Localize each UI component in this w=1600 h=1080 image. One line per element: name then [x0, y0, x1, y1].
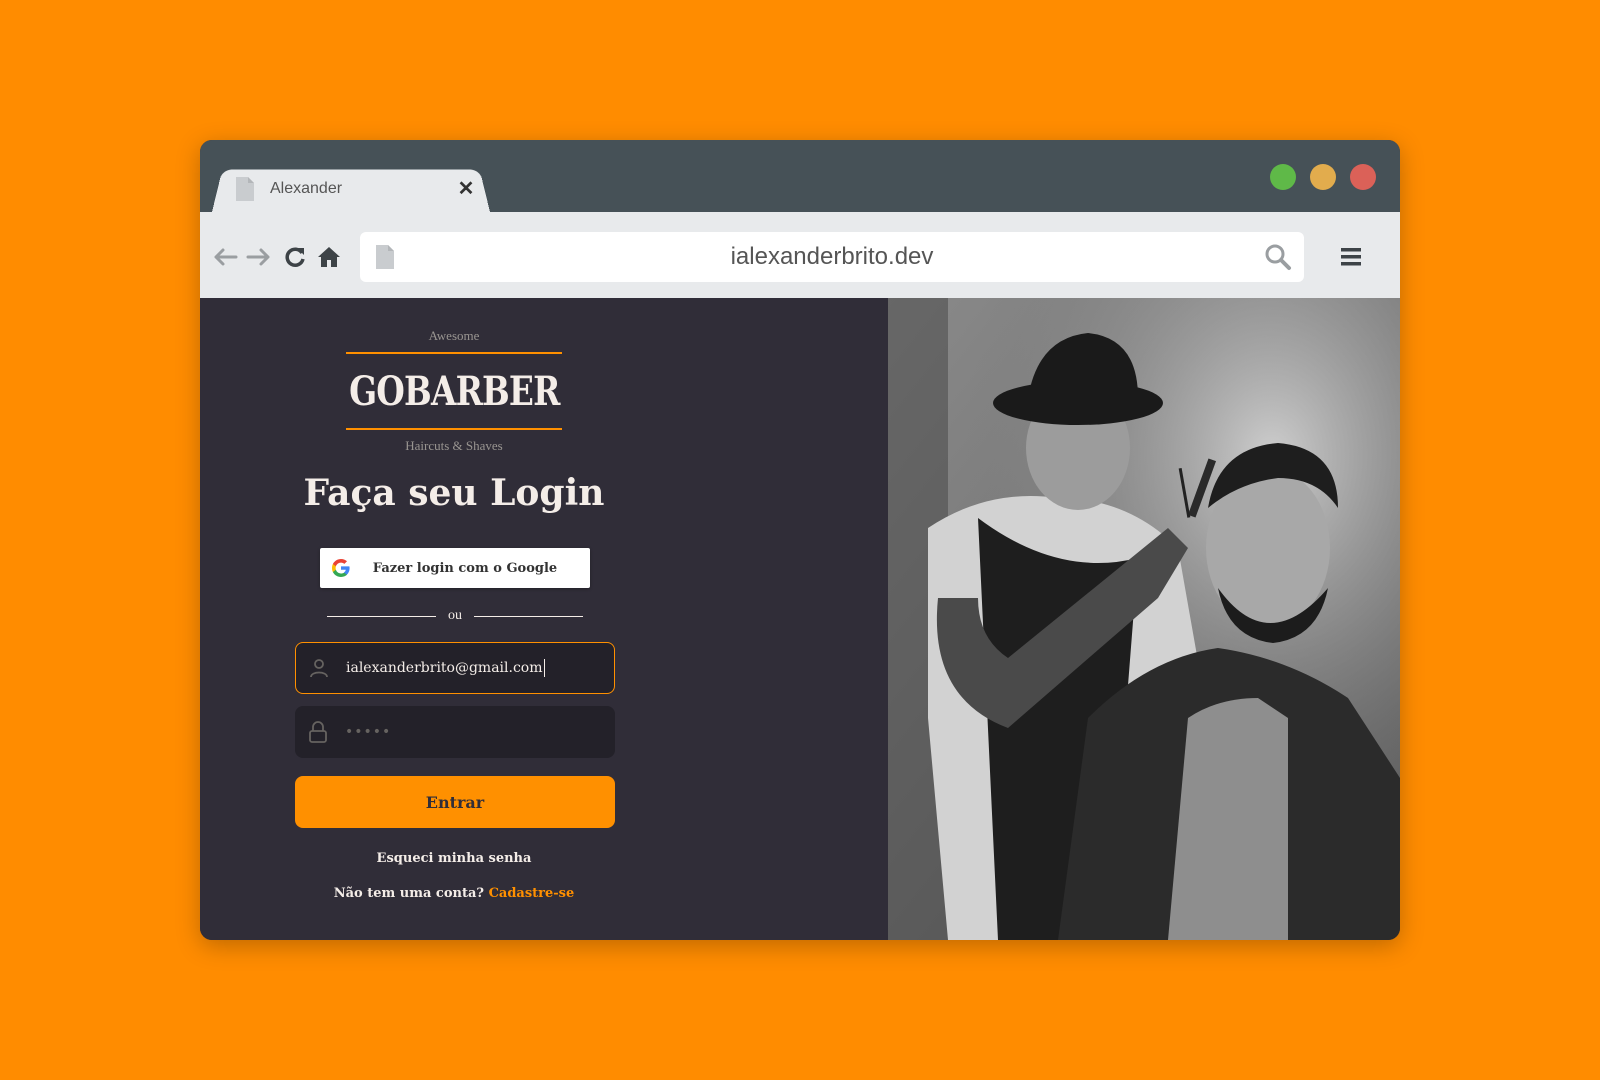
- forward-button[interactable]: [244, 242, 274, 272]
- close-window-button[interactable]: [1350, 164, 1376, 190]
- signup-row: Não tem uma conta? Cadastre-se: [200, 886, 708, 901]
- page-title: Faça seu Login: [303, 472, 605, 514]
- logo-main: GOBARBER: [346, 362, 562, 420]
- forward-arrow-icon: [246, 248, 270, 266]
- user-icon: [308, 657, 330, 679]
- search-icon[interactable]: [1264, 243, 1292, 276]
- login-submit-button[interactable]: Entrar: [295, 776, 615, 828]
- google-icon: [332, 559, 350, 577]
- browser-toolbar: ialexanderbrito.dev: [200, 212, 1400, 298]
- text-caret: [543, 659, 545, 677]
- or-divider: ou: [327, 606, 583, 626]
- google-login-button[interactable]: Fazer login com o Google: [320, 548, 590, 588]
- signup-prompt: Não tem uma conta?: [333, 886, 485, 901]
- lock-icon: [307, 721, 329, 743]
- home-icon: [318, 247, 340, 267]
- login-panel: Awesome GOBARBER Haircuts & Shaves Faça …: [200, 298, 888, 940]
- email-field[interactable]: ialexanderbrito@gmail.com: [295, 642, 615, 694]
- logo-tagline-top: Awesome: [428, 328, 480, 343]
- back-arrow-icon: [214, 248, 238, 266]
- divider-line-right: [474, 615, 583, 617]
- password-value: •••••: [345, 724, 392, 740]
- logo-tagline-bottom: Haircuts & Shaves: [405, 438, 503, 453]
- minimize-button[interactable]: [1310, 164, 1336, 190]
- browser-titlebar: Alexander ✕: [200, 140, 1400, 212]
- url-text[interactable]: ialexanderbrito.dev: [360, 232, 1304, 282]
- email-value: ialexanderbrito@gmail.com: [346, 660, 543, 676]
- gobarber-logo: Awesome GOBARBER Haircuts & Shaves: [346, 328, 562, 466]
- back-button[interactable]: [210, 242, 240, 272]
- logo-divider-top: [346, 352, 562, 354]
- home-button[interactable]: [314, 242, 344, 272]
- google-login-label: Fazer login com o Google: [372, 560, 558, 576]
- reload-button[interactable]: [280, 242, 310, 272]
- divider-line-left: [327, 615, 436, 617]
- signup-link[interactable]: Cadastre-se: [489, 886, 575, 901]
- logo-name: GOBARBER: [348, 367, 560, 415]
- address-bar[interactable]: ialexanderbrito.dev: [360, 232, 1304, 282]
- password-field[interactable]: •••••: [295, 706, 615, 758]
- barber-photo: [888, 298, 1400, 940]
- browser-window: Alexander ✕ ialexanderbrito.dev Awesome …: [200, 140, 1400, 940]
- divider-text: ou: [448, 608, 462, 623]
- window-controls: [1270, 164, 1376, 190]
- hamburger-menu-icon[interactable]: [1340, 246, 1362, 273]
- page-content: Awesome GOBARBER Haircuts & Shaves Faça …: [200, 298, 1400, 940]
- page-icon: [236, 177, 254, 201]
- tab-title: Alexander: [270, 180, 343, 197]
- reload-icon: [285, 247, 305, 267]
- maximize-button[interactable]: [1270, 164, 1296, 190]
- browser-tab-content[interactable]: Alexander ✕: [236, 166, 476, 212]
- tab-close-button[interactable]: ✕: [456, 179, 476, 199]
- logo-divider-bottom: [346, 428, 562, 430]
- forgot-password-link[interactable]: Esqueci minha senha: [200, 851, 708, 866]
